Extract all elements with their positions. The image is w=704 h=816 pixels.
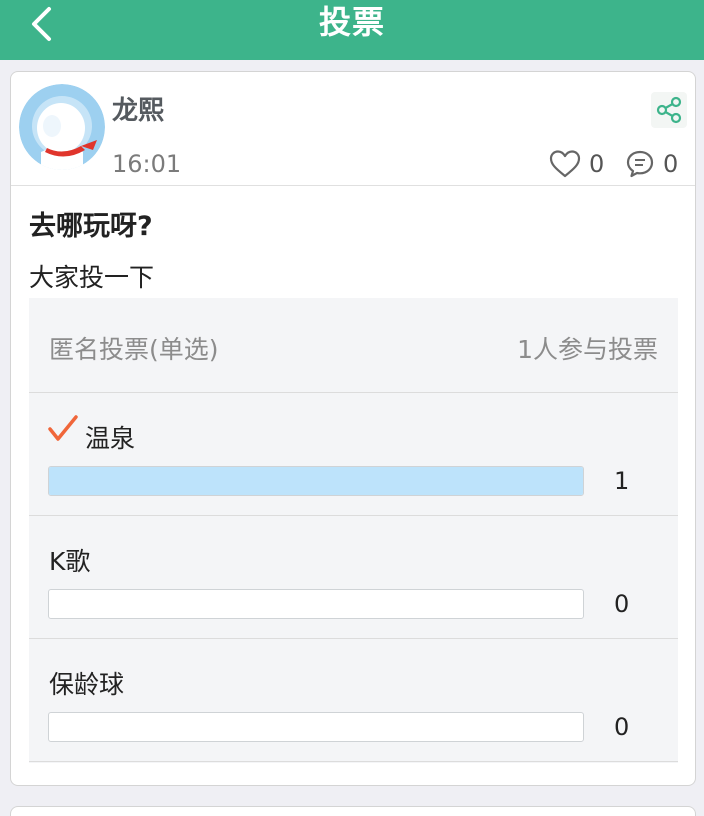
top-bar: 投票: [0, 0, 704, 60]
next-post-card: [10, 806, 696, 816]
like-count: 0: [589, 150, 605, 178]
check-icon: [48, 415, 78, 441]
post-time: 16:01: [112, 150, 182, 178]
share-icon: [656, 96, 682, 124]
poll-option-count: 0: [614, 590, 630, 618]
heart-icon: [549, 150, 581, 178]
poll-option[interactable]: 保龄球 0: [29, 639, 678, 762]
share-button[interactable]: [651, 92, 687, 128]
comment-count: 0: [663, 150, 679, 178]
poll-option-count: 1: [614, 467, 630, 495]
poll-participants: 1人参与投票: [517, 335, 658, 364]
avatar[interactable]: [19, 84, 105, 170]
poll-option-label: 温泉: [85, 424, 136, 453]
poll-option-count: 0: [614, 713, 630, 741]
divider: [11, 185, 695, 186]
poll-option-label: K歌: [49, 547, 91, 576]
poll-option-bar-fill: [49, 467, 583, 495]
poll-option[interactable]: 温泉 1: [29, 393, 678, 516]
author-name[interactable]: 龙熙: [112, 90, 164, 127]
poll-option-bar: [48, 712, 584, 742]
post-card: 龙熙 16:01 0 0 去哪玩呀? 大家投一下 匿名投票(单选) 1人参与投票: [10, 71, 696, 786]
avatar-image: [19, 84, 105, 170]
page-title: 投票: [318, 3, 385, 41]
poll-type-label: 匿名投票(单选): [49, 335, 219, 364]
poll-option-label: 保龄球: [49, 670, 125, 699]
poll-option[interactable]: K歌 0: [29, 516, 678, 639]
poll: 匿名投票(单选) 1人参与投票 温泉 1 K歌 0 保龄球 0: [29, 298, 678, 763]
poll-option-bar: [48, 466, 584, 496]
post-title: 去哪玩呀?: [29, 211, 153, 242]
comment-button[interactable]: 0: [625, 148, 678, 180]
poll-header: 匿名投票(单选) 1人参与投票: [29, 298, 678, 393]
poll-option-bar: [48, 589, 584, 619]
like-button[interactable]: 0: [549, 148, 604, 180]
post-body: 大家投一下: [29, 263, 155, 292]
comment-icon: [626, 150, 654, 178]
